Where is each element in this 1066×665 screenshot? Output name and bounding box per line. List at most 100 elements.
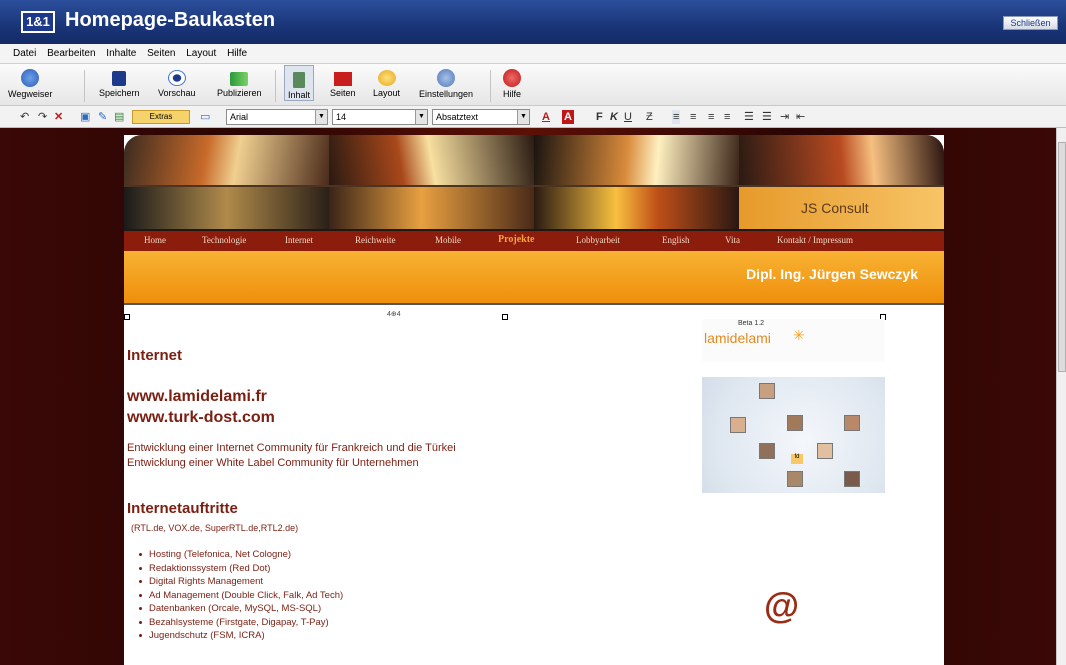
nav-item-english[interactable]: English xyxy=(662,235,690,245)
close-button[interactable]: Schließen xyxy=(1003,16,1058,30)
brand-logo: 1&1 xyxy=(21,11,55,33)
brand-logo-text: 1&1 xyxy=(23,13,53,31)
tab-inhalt-label: Inhalt xyxy=(288,90,311,100)
chevron-down-icon: ▼ xyxy=(315,110,327,124)
save-label: Speichern xyxy=(99,88,140,98)
undo-icon[interactable]: ↶ xyxy=(20,110,29,124)
menu-datei[interactable]: Datei xyxy=(13,44,36,64)
list-item: Redaktionssystem (Red Dot) xyxy=(139,562,343,576)
menu-layout[interactable]: Layout xyxy=(186,44,216,64)
redo-icon[interactable]: ↷ xyxy=(38,110,47,124)
feature-list: Hosting (Telefonica, Net Cologne) Redakt… xyxy=(139,548,343,643)
font-size-select[interactable]: 14 ▼ xyxy=(332,109,428,125)
preview-label: Vorschau xyxy=(158,88,196,98)
toolbar-separator xyxy=(84,70,85,102)
logo-text: JS Consult xyxy=(801,200,869,216)
link-lamidelami[interactable]: www.lamidelami.fr xyxy=(127,388,267,406)
banner-photo xyxy=(124,135,329,185)
underline-icon[interactable]: U xyxy=(624,110,632,124)
publish-label: Publizieren xyxy=(217,88,262,98)
title-band: Dipl. Ing. Jürgen Sewczyk xyxy=(124,251,944,305)
banner-photo xyxy=(739,135,944,185)
map-badge: fd xyxy=(791,454,803,464)
community-map-image: fd xyxy=(702,377,885,493)
align-left-icon[interactable]: ≡ xyxy=(672,110,681,124)
nav-item-projekte[interactable]: Projekte xyxy=(498,234,534,245)
wegweiser-label: Wegweiser xyxy=(8,89,53,99)
tab-inhalt[interactable]: Inhalt xyxy=(284,65,315,101)
align-center-icon[interactable]: ≡ xyxy=(690,110,696,124)
bold-icon[interactable]: F xyxy=(596,110,603,124)
numbered-list-icon[interactable]: ☰ xyxy=(762,110,772,124)
tab-einstellungen[interactable]: Einstellungen xyxy=(419,67,473,99)
lamidelami-logo-image: Beta 1.2 lamidelami ✳ xyxy=(702,319,885,362)
image-icon[interactable]: ▣ xyxy=(80,110,90,124)
paragraph-style-value: Absatztext xyxy=(436,112,479,122)
lamidelami-wordmark: lamidelami xyxy=(704,330,771,346)
list-item: Datenbanken (Orcale, MySQL, MS-SQL) xyxy=(139,602,343,616)
delete-icon[interactable]: ✕ xyxy=(54,110,63,124)
form-icon[interactable]: ▭ xyxy=(200,110,210,124)
profile-photo xyxy=(844,415,860,431)
align-right-icon[interactable]: ≡ xyxy=(708,110,714,124)
nav-item-home[interactable]: Home xyxy=(144,235,166,245)
link-turk-dost[interactable]: www.turk-dost.com xyxy=(127,409,275,427)
nav-item-reichweite[interactable]: Reichweite xyxy=(355,235,395,245)
tab-seiten[interactable]: Seiten xyxy=(330,67,356,98)
outdent-icon[interactable]: ⇤ xyxy=(796,110,805,124)
paragraph-style-select[interactable]: Absatztext ▼ xyxy=(432,109,530,125)
table-icon[interactable]: ▤ xyxy=(114,110,124,124)
resize-handle[interactable] xyxy=(124,314,130,320)
nav-item-mobile[interactable]: Mobile xyxy=(435,235,461,245)
description-line: Entwicklung einer Internet Community für… xyxy=(127,442,456,454)
clear-format-icon[interactable]: Ƶ xyxy=(646,110,653,124)
indent-icon[interactable]: ⇥ xyxy=(780,110,789,124)
font-family-select[interactable]: Arial ▼ xyxy=(226,109,328,125)
bullet-list-icon[interactable]: ☰ xyxy=(744,110,754,124)
wegweiser-button[interactable]: Wegweiser xyxy=(8,67,52,99)
preview-button[interactable]: Vorschau xyxy=(158,67,196,98)
help-button[interactable]: Hilfe xyxy=(503,67,521,99)
menu-bearbeiten[interactable]: Bearbeiten xyxy=(47,44,95,64)
menu-bar: Datei Bearbeiten Inhalte Seiten Layout H… xyxy=(0,44,1066,64)
banner-photo xyxy=(329,187,534,229)
toolbar-separator xyxy=(275,70,276,102)
highlight-color-icon[interactable]: A xyxy=(562,110,574,124)
align-justify-icon[interactable]: ≡ xyxy=(724,110,730,124)
email-at-symbol[interactable]: @ xyxy=(764,585,799,627)
nav-item-kontakt[interactable]: Kontakt / Impressum xyxy=(777,235,853,245)
extras-button[interactable]: Extras xyxy=(132,110,190,124)
site-navigation: Home Technologie Internet Reichweite Mob… xyxy=(124,231,944,251)
nav-item-vita[interactable]: Vita xyxy=(725,235,740,245)
vertical-scrollbar[interactable] xyxy=(1056,128,1066,665)
font-size-value: 14 xyxy=(336,112,347,122)
text-color-icon[interactable]: A xyxy=(542,110,550,124)
profile-photo xyxy=(787,471,803,487)
nav-item-technologie[interactable]: Technologie xyxy=(202,235,246,245)
italic-icon[interactable]: K xyxy=(610,110,618,124)
app-titlebar: 1&1 Homepage-Baukasten Schließen xyxy=(0,0,1066,44)
help-icon xyxy=(503,69,521,87)
profile-photo xyxy=(787,415,803,431)
list-item: Bezahlsysteme (Firstgate, Digapay, T-Pay… xyxy=(139,616,343,630)
toolbar-separator xyxy=(490,70,491,102)
format-toolbar: ↶ ↷ ✕ ▣ ✎ ▤ Extras ▭ Arial ▼ 14 ▼ Absatzte… xyxy=(0,106,1066,128)
font-family-value: Arial xyxy=(230,112,249,122)
tab-layout[interactable]: Layout xyxy=(373,67,400,98)
chevron-down-icon: ▼ xyxy=(415,110,427,124)
move-handle-icon[interactable]: 4⊕4 xyxy=(387,310,401,318)
nav-item-lobbyarbeit[interactable]: Lobbyarbeit xyxy=(576,235,620,245)
nav-item-internet[interactable]: Internet xyxy=(285,235,313,245)
menu-seiten[interactable]: Seiten xyxy=(147,44,175,64)
resize-handle[interactable] xyxy=(502,314,508,320)
tab-einstellungen-label: Einstellungen xyxy=(419,89,474,99)
list-item: Ad Management (Double Click, Falk, Ad Te… xyxy=(139,589,343,603)
publish-button[interactable]: Publizieren xyxy=(217,67,262,98)
link-icon[interactable]: ✎ xyxy=(98,110,107,124)
profile-photo xyxy=(759,383,775,399)
save-button[interactable]: Speichern xyxy=(99,67,140,98)
menu-inhalte[interactable]: Inhalte xyxy=(106,44,136,64)
profile-photo xyxy=(730,417,746,433)
menu-hilfe[interactable]: Hilfe xyxy=(227,44,247,64)
scrollbar-thumb[interactable] xyxy=(1058,142,1066,372)
